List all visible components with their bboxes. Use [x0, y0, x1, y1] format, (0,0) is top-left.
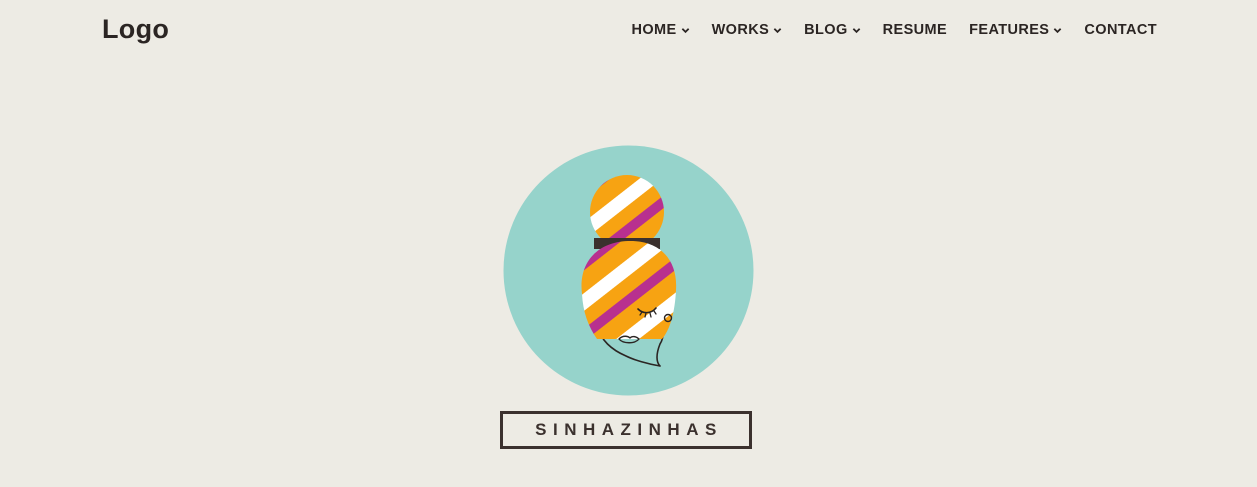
nav-item-contact[interactable]: CONTACT — [1084, 22, 1157, 38]
nav-item-label: WORKS — [711, 22, 770, 38]
chevron-down-icon — [773, 28, 782, 34]
main-nav: HOME WORKS BLOG RESUME FEATURES CONTACT — [631, 22, 1157, 38]
nav-item-resume[interactable]: RESUME — [883, 22, 947, 38]
chevron-down-icon — [681, 28, 689, 34]
site-header: Logo HOME WORKS BLOG RESUME FEATURES CON… — [0, 0, 1257, 64]
nav-item-label: CONTACT — [1084, 22, 1157, 38]
turban-bun — [590, 175, 664, 249]
chevron-down-icon — [852, 28, 860, 34]
chevron-down-icon — [1054, 28, 1062, 34]
nav-item-home[interactable]: HOME — [631, 22, 689, 38]
nav-item-label: BLOG — [804, 22, 848, 38]
nav-item-features[interactable]: FEATURES — [969, 22, 1062, 38]
brand-name-box: SINHAZINHAS — [500, 411, 752, 449]
brand-name: SINHAZINHAS — [535, 420, 723, 439]
hero-section: SINHAZINHAS — [0, 140, 1257, 460]
woman-with-turban-icon — [503, 145, 754, 396]
nav-item-label: HOME — [631, 22, 677, 38]
nav-item-label: RESUME — [882, 22, 948, 38]
nav-item-blog[interactable]: BLOG — [804, 22, 861, 38]
nav-item-works[interactable]: WORKS — [712, 22, 783, 38]
site-logo[interactable]: Logo — [102, 14, 169, 45]
nav-item-label: FEATURES — [969, 22, 1050, 38]
